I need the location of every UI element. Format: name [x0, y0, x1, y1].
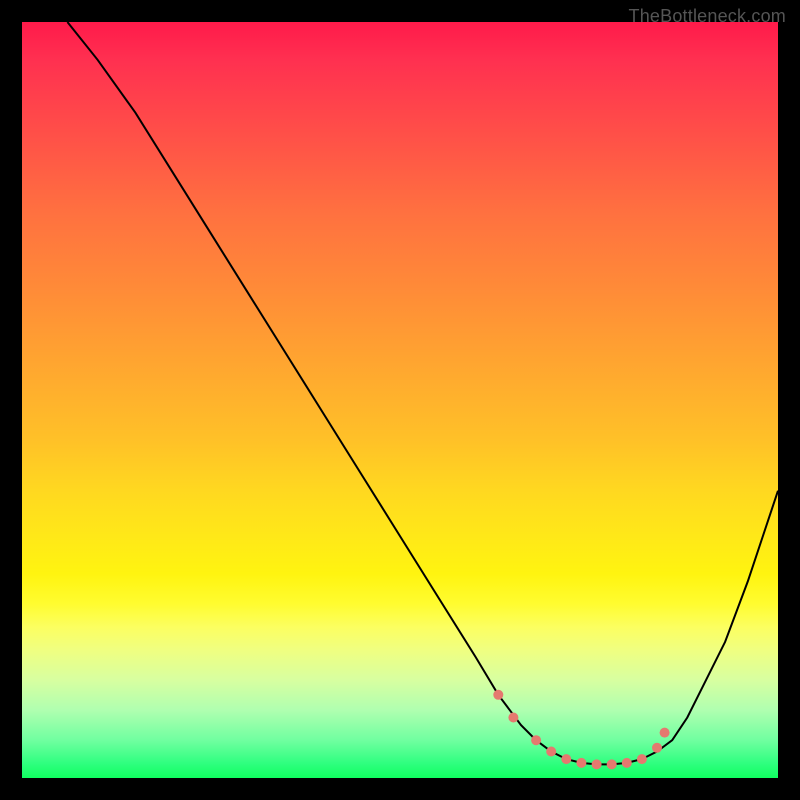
- chart-area: [22, 22, 778, 778]
- chart-background-gradient: [22, 22, 778, 778]
